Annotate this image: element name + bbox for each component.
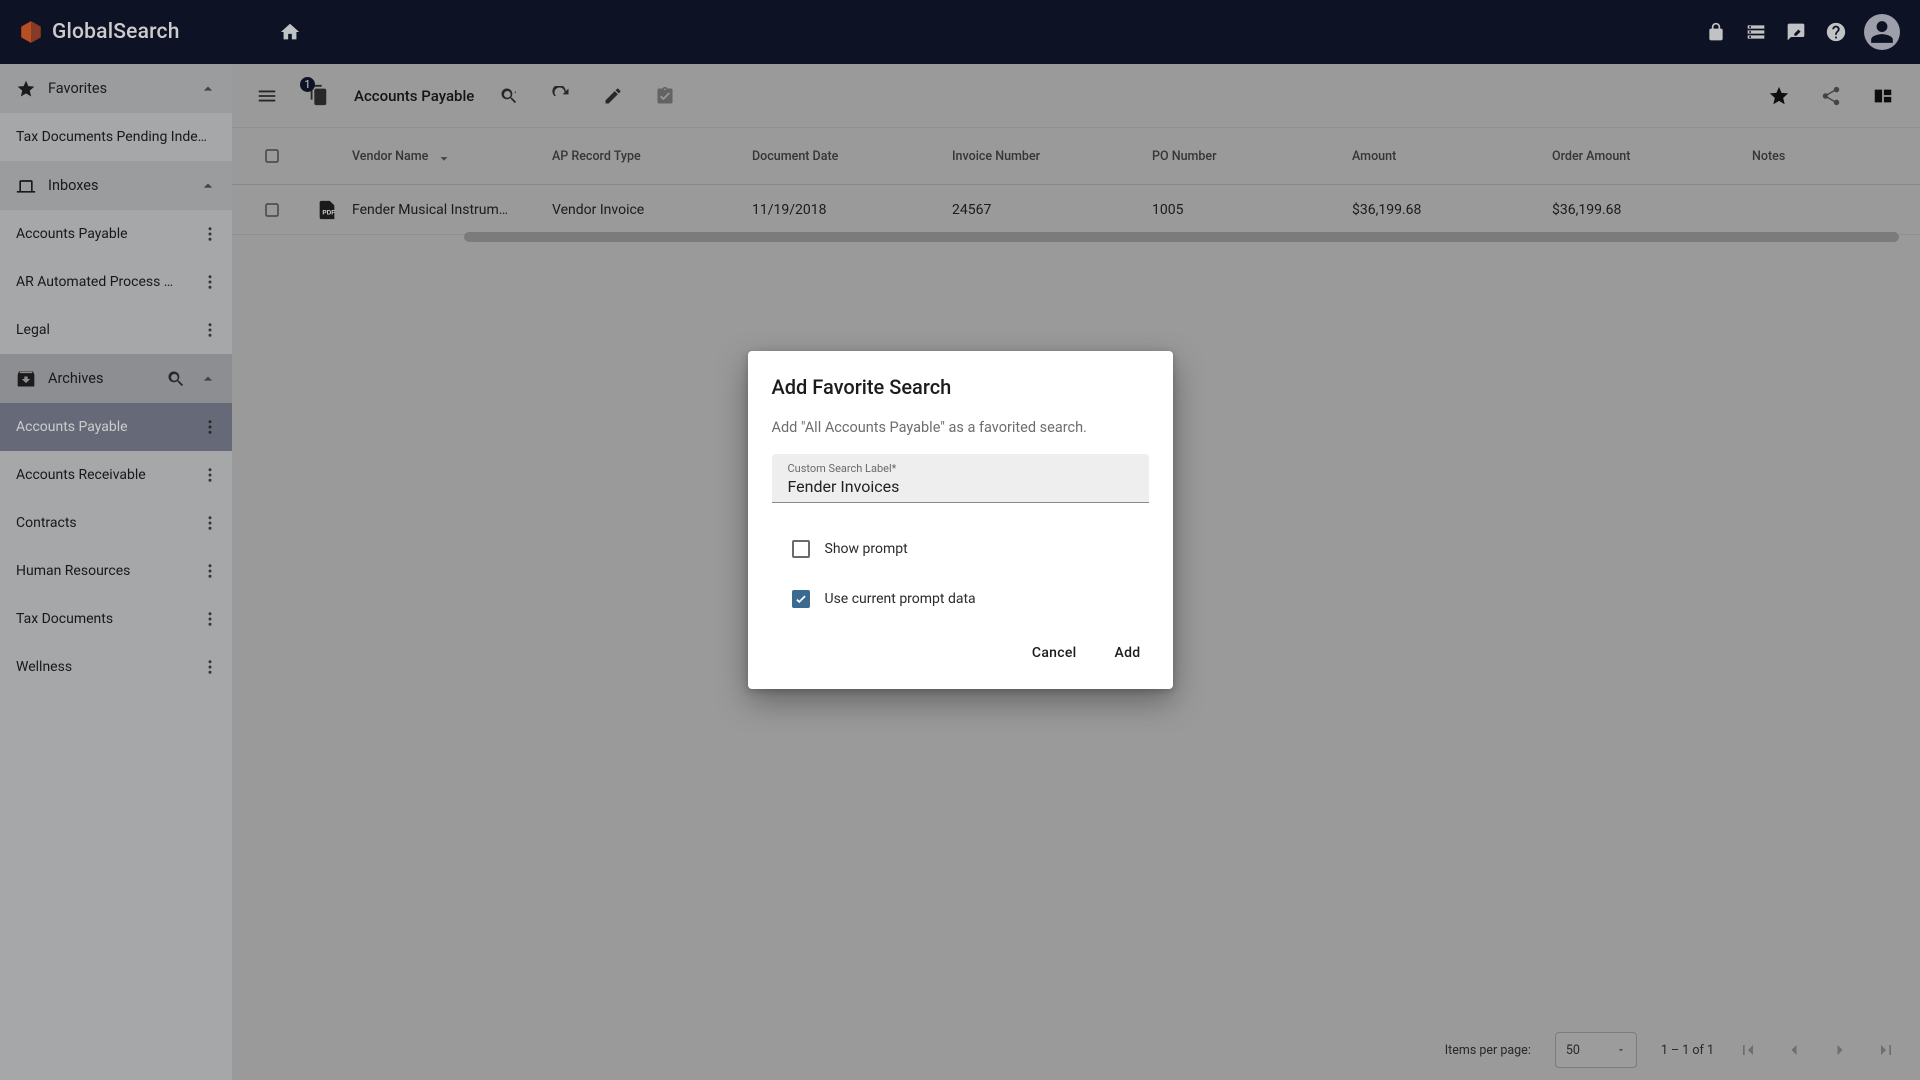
dialog-scrim[interactable]: Add Favorite Search Add "All Accounts Pa… [0, 0, 1920, 1080]
add-favorite-dialog: Add Favorite Search Add "All Accounts Pa… [748, 351, 1173, 689]
custom-label-field[interactable]: Custom Search Label* [772, 454, 1149, 503]
checkbox-unchecked-icon[interactable] [792, 540, 810, 558]
dialog-subtitle: Add "All Accounts Payable" as a favorite… [772, 419, 1149, 436]
dialog-title: Add Favorite Search [772, 375, 1149, 399]
use-current-label: Use current prompt data [825, 591, 976, 607]
add-button[interactable]: Add [1107, 639, 1149, 667]
checkbox-checked-icon[interactable] [792, 590, 810, 608]
show-prompt-checkbox-row[interactable]: Show prompt [792, 531, 1149, 567]
custom-label-input[interactable] [788, 477, 1135, 496]
cancel-button[interactable]: Cancel [1024, 639, 1085, 667]
field-label: Custom Search Label* [788, 462, 1135, 475]
use-current-checkbox-row[interactable]: Use current prompt data [792, 581, 1149, 617]
show-prompt-label: Show prompt [825, 541, 908, 557]
